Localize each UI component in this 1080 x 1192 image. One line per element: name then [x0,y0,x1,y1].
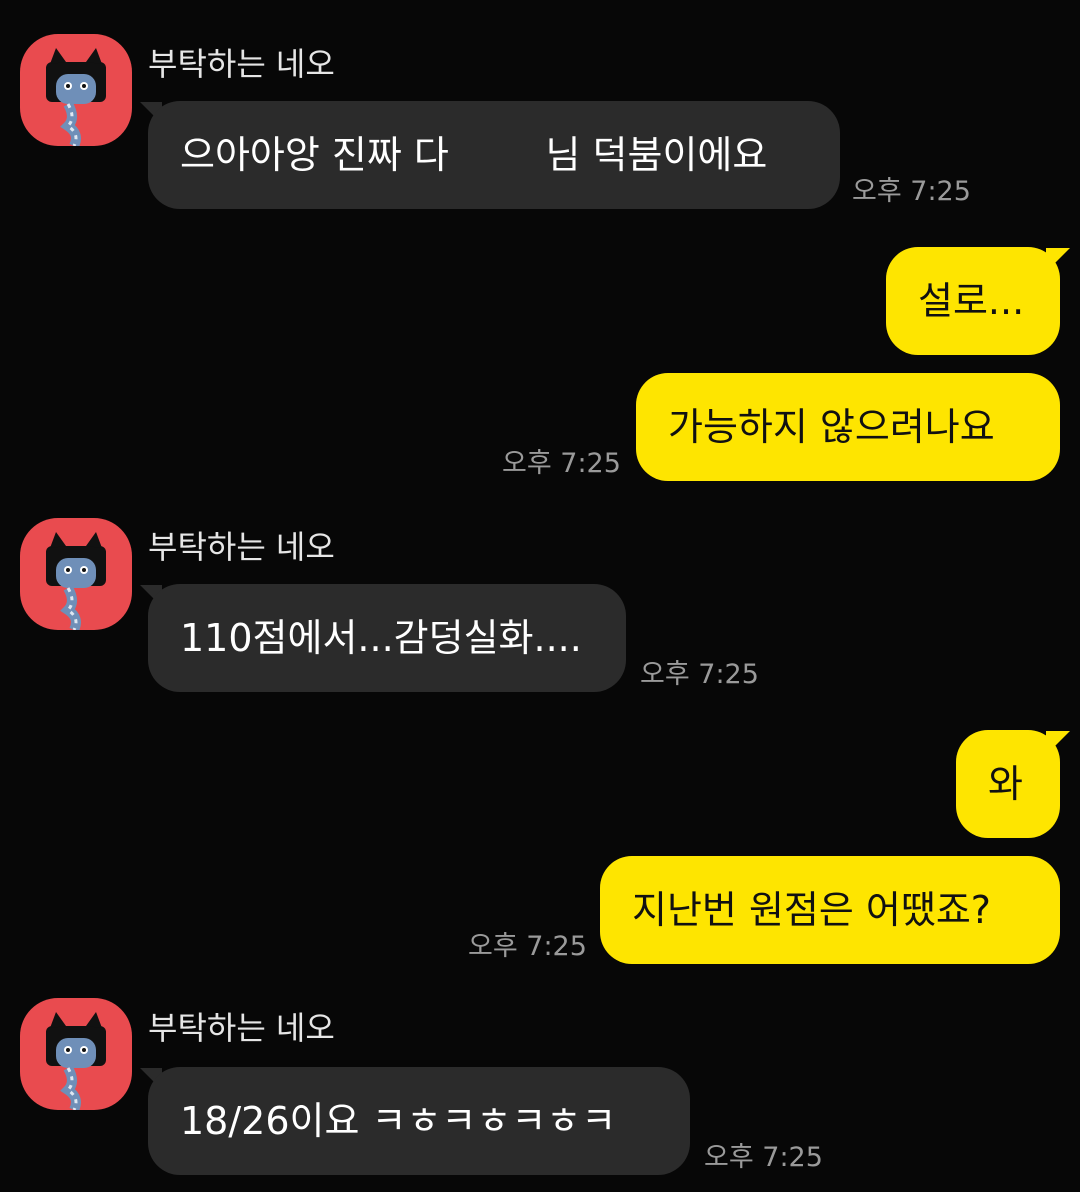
message-timestamp: 오후 7:25 [704,1142,823,1173]
neo-cat-avatar-icon [46,1012,106,1110]
neo-cat-avatar-icon [46,48,106,146]
avatar[interactable] [20,998,132,1110]
message-bubble-outgoing[interactable]: 가능하지 않으려나요 [636,373,1060,481]
avatar[interactable] [20,518,132,630]
message-bubble-outgoing[interactable]: 지난번 원점은 어땠죠? [600,856,1060,964]
message-bubble-outgoing[interactable]: 와 [956,730,1060,838]
message-timestamp: 오후 7:25 [468,931,587,962]
sender-name: 부탁하는 네오 [148,1009,335,1047]
sender-name: 부탁하는 네오 [148,45,335,83]
message-bubble-outgoing[interactable]: 설로... [886,247,1060,355]
message-bubble-incoming[interactable]: 18/26이요 ㅋㅎㅋㅎㅋㅎㅋ [148,1067,690,1175]
avatar[interactable] [20,34,132,146]
sender-name: 부탁하는 네오 [148,528,335,566]
message-timestamp: 오후 7:25 [502,448,621,479]
message-timestamp: 오후 7:25 [640,659,759,690]
message-bubble-incoming[interactable]: 110점에서...감덩실화.... [148,584,626,692]
message-bubble-incoming[interactable]: 으아아앙 진짜 다 님 덕붐이에요 [148,101,840,209]
message-timestamp: 오후 7:25 [852,176,971,207]
neo-cat-avatar-icon [46,532,106,630]
